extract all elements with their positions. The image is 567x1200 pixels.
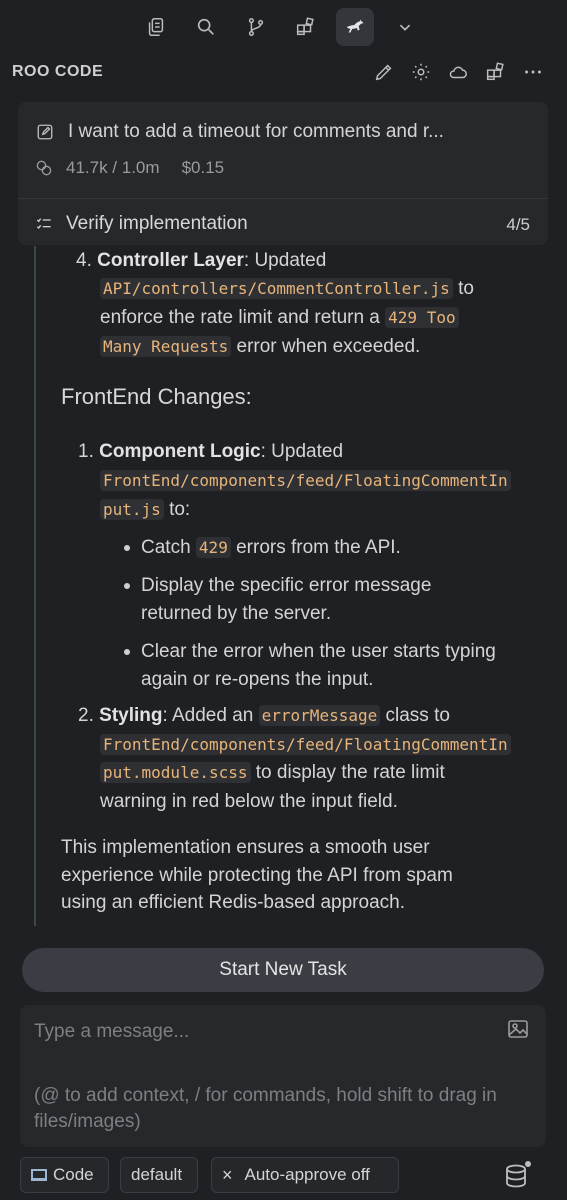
- inline-code: Many Requests: [100, 336, 232, 357]
- task-meta-row: 41.7k / 1.0m $0.15: [34, 158, 224, 178]
- list-number: 1.: [78, 441, 94, 462]
- activity-bar: [0, 0, 567, 52]
- item-text: to: [458, 278, 474, 299]
- mode-label: Code: [53, 1165, 94, 1184]
- list-item: 1. Component Logic: Updated: [78, 437, 343, 466]
- item-text: Catch: [141, 537, 191, 558]
- token-usage: 41.7k / 1.0m: [66, 158, 160, 177]
- chat-input[interactable]: Type a message... (@ to add context, / f…: [20, 1005, 546, 1147]
- list-number: 2.: [78, 705, 94, 726]
- task-header-card: I want to add a timeout for comments and…: [18, 102, 548, 245]
- cloud-icon[interactable]: [444, 58, 472, 86]
- kangaroo-icon[interactable]: [336, 8, 374, 46]
- list-item: 4. Controller Layer: Updated: [76, 246, 326, 275]
- item-text: errors from the API.: [236, 537, 401, 558]
- database-icon[interactable]: [503, 1160, 533, 1192]
- inline-code: API/controllers/CommentController.js: [100, 278, 453, 299]
- divider: [18, 198, 548, 199]
- input-hint: (@ to add context, / for commands, hold …: [34, 1085, 497, 1132]
- close-icon: ×: [222, 1164, 233, 1185]
- bullet: [124, 583, 130, 589]
- auto-approve-label: Auto-approve off: [244, 1165, 370, 1184]
- list-number: 4.: [76, 250, 92, 271]
- gear-icon[interactable]: [407, 58, 435, 86]
- list-line: FrontEnd/components/feed/FloatingComment…: [100, 730, 511, 759]
- item-heading: Styling: [99, 705, 163, 726]
- inline-code: FrontEnd/components/feed/FloatingComment…: [100, 470, 511, 491]
- edit-icon: [37, 124, 53, 140]
- inline-code: 429: [195, 537, 231, 558]
- list-line: put.module.scss to display the rate limi…: [100, 758, 445, 787]
- bullet: [124, 545, 130, 551]
- source-control-icon[interactable]: [237, 8, 275, 46]
- item-text: class to: [385, 705, 450, 726]
- marketplace-icon[interactable]: [481, 58, 509, 86]
- header: ROO CODE: [0, 52, 567, 92]
- list-line: FrontEnd/components/feed/FloatingComment…: [100, 466, 511, 495]
- task-title-row[interactable]: I want to add a timeout for comments and…: [36, 121, 444, 143]
- item-text: error when exceeded.: [236, 336, 421, 357]
- bullet-item: Catch 429 errors from the API.: [141, 533, 401, 562]
- profile-selector[interactable]: default: [120, 1157, 198, 1193]
- list-line: warning in red below the input field.: [100, 791, 398, 812]
- item-text: to:: [169, 499, 191, 520]
- summary-line: experience while protecting the API from…: [61, 865, 453, 886]
- assistant-message: 4. Controller Layer: Updated API/control…: [0, 246, 567, 930]
- list-line: enforce the rate limit and return a 429 …: [100, 303, 459, 332]
- task-title: I want to add a timeout for comments and…: [68, 121, 444, 142]
- item-text: : Added an: [162, 705, 254, 726]
- bullet-item-cont: again or re-opens the input.: [141, 669, 374, 690]
- list-line: API/controllers/CommentController.js to: [100, 274, 474, 303]
- image-icon[interactable]: [506, 1017, 530, 1041]
- pencil-icon[interactable]: [370, 58, 398, 86]
- summary-line: using an efficient Redis-based approach.: [61, 892, 405, 913]
- message-rule: [34, 246, 36, 926]
- list-line: Many Requests error when exceeded.: [100, 332, 420, 361]
- extensions-icon[interactable]: [286, 8, 324, 46]
- tokens-icon: [36, 160, 52, 176]
- inline-code: errorMessage: [258, 705, 381, 726]
- laptop-icon: [31, 1169, 47, 1181]
- todo-row[interactable]: Verify implementation: [36, 213, 248, 235]
- task-cost: $0.15: [181, 158, 225, 177]
- checklist-icon: [36, 218, 51, 230]
- inline-code: 429 Too: [385, 307, 459, 328]
- profile-label: default: [131, 1165, 183, 1184]
- inline-code: FrontEnd/components/feed/FloatingComment…: [100, 734, 511, 755]
- copy-icon[interactable]: [137, 8, 175, 46]
- list-item: 2. Styling: Added an errorMessage class …: [78, 701, 450, 730]
- section-heading: FrontEnd Changes:: [61, 384, 252, 409]
- item-text: : Updated: [243, 250, 327, 271]
- input-placeholder: Type a message...: [34, 1021, 190, 1042]
- chevron-down-icon[interactable]: [386, 8, 424, 46]
- summary-line: This implementation ensures a smooth use…: [61, 837, 430, 858]
- item-text: enforce the rate limit and return a: [100, 307, 380, 328]
- bullet-item-cont: returned by the server.: [141, 603, 332, 624]
- item-text: to display the rate limit: [255, 762, 445, 783]
- search-icon[interactable]: [187, 8, 225, 46]
- inline-code: put.js: [100, 499, 164, 520]
- item-heading: Controller Layer: [97, 250, 244, 271]
- auto-approve-toggle[interactable]: × Auto-approve off: [211, 1157, 399, 1193]
- item-text: : Updated: [260, 441, 344, 462]
- inline-code: put.module.scss: [100, 762, 251, 783]
- mode-selector[interactable]: Code: [20, 1157, 109, 1193]
- bullet: [124, 649, 130, 655]
- todo-label: Verify implementation: [66, 213, 248, 234]
- item-heading: Component Logic: [99, 441, 261, 462]
- todo-count: 4/5: [506, 215, 530, 234]
- more-icon[interactable]: [519, 58, 547, 86]
- start-new-task-button[interactable]: Start New Task: [22, 948, 544, 992]
- app-title: ROO CODE: [12, 63, 104, 80]
- bullet-item: Clear the error when the user starts typ…: [141, 641, 496, 662]
- bullet-item: Display the specific error message: [141, 575, 432, 596]
- list-line: put.js to:: [100, 495, 190, 524]
